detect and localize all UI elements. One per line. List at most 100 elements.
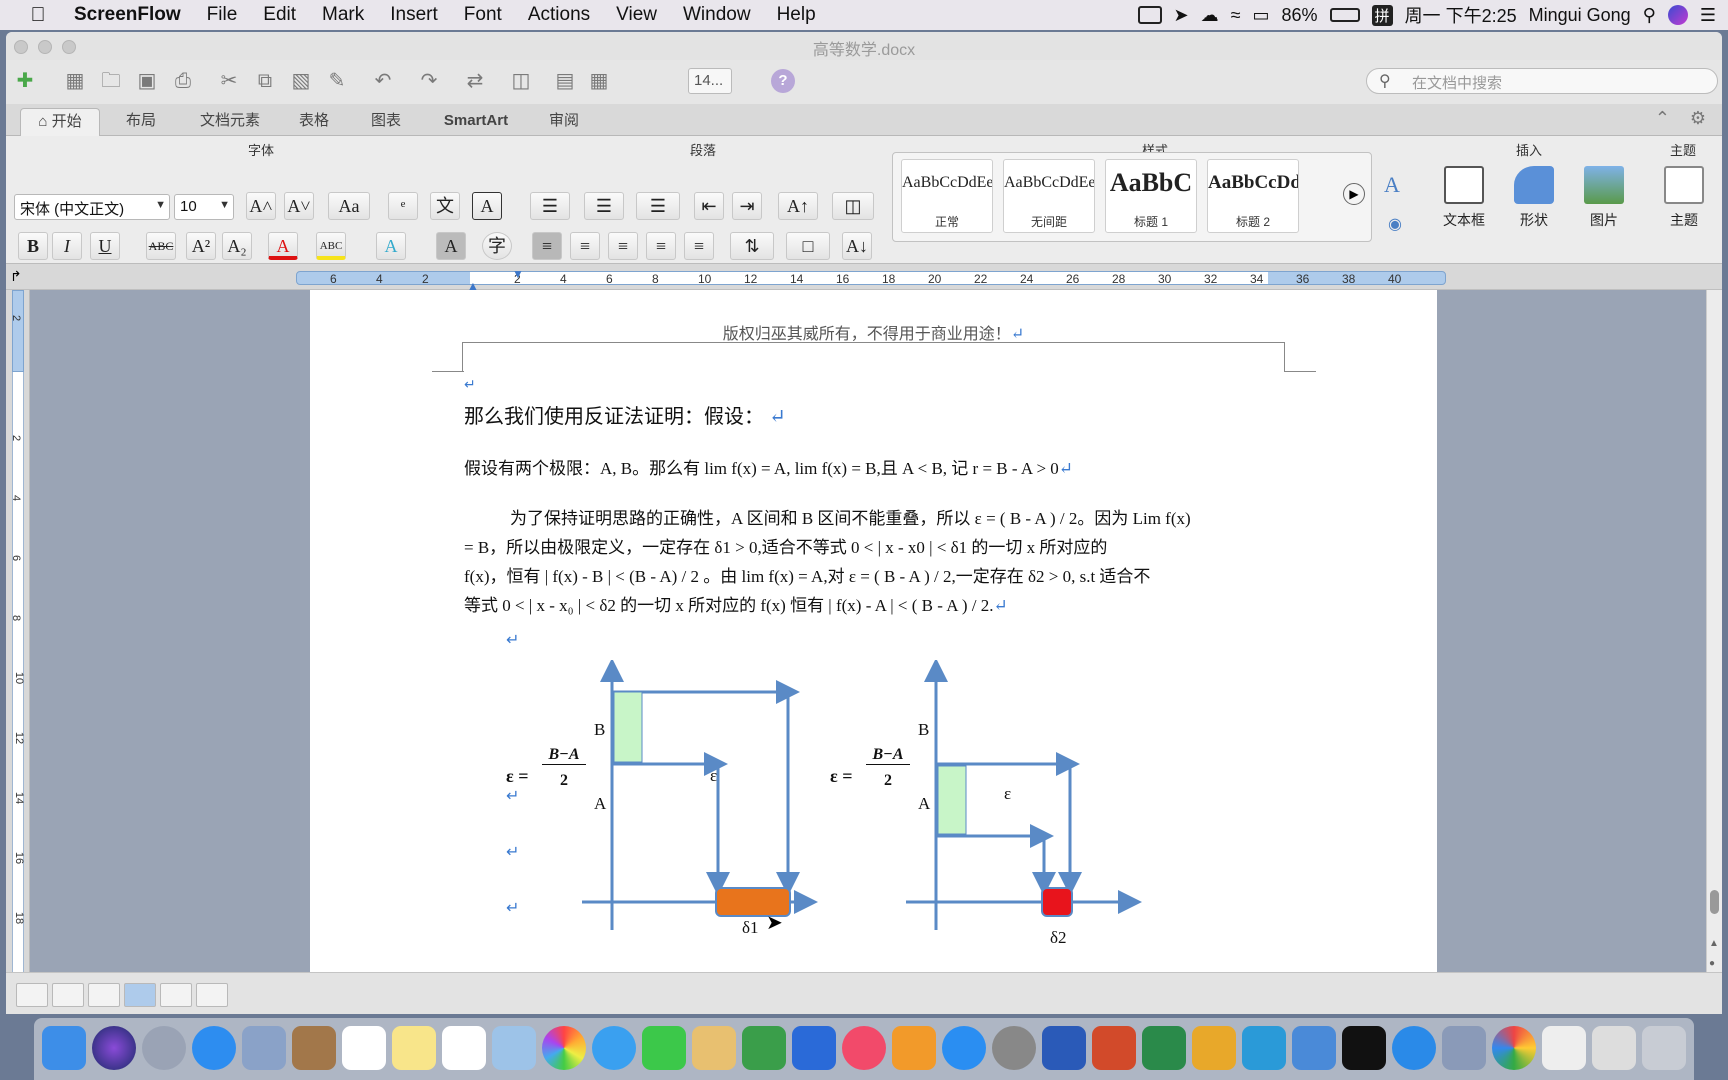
menu-help[interactable]: Help <box>764 4 829 26</box>
justify-button[interactable]: ≡ <box>646 232 676 260</box>
numbering-button[interactable]: ☰ <box>584 192 624 220</box>
print-icon[interactable]: ⎙ <box>170 68 196 94</box>
menu-app-name[interactable]: ScreenFlow <box>58 4 194 26</box>
templates-icon[interactable]: ▦ <box>62 68 88 94</box>
outline-view-button[interactable] <box>52 983 84 1007</box>
document-icon[interactable] <box>1542 1026 1586 1070</box>
screenflow-icon[interactable] <box>1392 1026 1436 1070</box>
superscript-button[interactable]: A² <box>186 232 216 260</box>
cloud-icon[interactable]: ☁ <box>1201 5 1219 26</box>
stack-icon[interactable] <box>1592 1026 1636 1070</box>
publishing-view-button[interactable] <box>88 983 120 1007</box>
copy-icon[interactable]: ⧉ <box>252 68 278 94</box>
save-icon[interactable]: ▣ <box>134 68 160 94</box>
page-header[interactable]: 版权归巫其威所有，不得用于商业用途！↵ <box>310 320 1437 344</box>
people-icon[interactable] <box>1292 1026 1336 1070</box>
menu-file[interactable]: File <box>194 4 251 26</box>
apple-icon[interactable]:  <box>18 4 58 27</box>
tab-tables[interactable]: 表格 <box>282 108 346 136</box>
character-shading-button[interactable]: A <box>436 232 466 260</box>
document-page[interactable]: 版权归巫其威所有，不得用于商业用途！↵ ↵ 那么我们使用反证法证明：假设： ↵ … <box>310 290 1437 1000</box>
align-right-button[interactable]: ≡ <box>608 232 638 260</box>
new-document-icon[interactable]: ✚ <box>12 68 38 94</box>
styles-next-icon[interactable]: ▶ <box>1343 183 1365 205</box>
shrink-font-button[interactable]: A˅ <box>284 192 314 220</box>
word-icon[interactable] <box>1042 1026 1086 1070</box>
menu-mark[interactable]: Mark <box>309 4 377 26</box>
undo-icon[interactable]: ↶ <box>370 68 396 94</box>
clock[interactable]: 周一 下午2:25 <box>1405 2 1517 28</box>
print-layout-view-button[interactable] <box>124 983 156 1007</box>
itunes-icon[interactable] <box>842 1026 886 1070</box>
font-color-button[interactable]: A <box>268 232 298 260</box>
font-name-select[interactable]: 宋体 (中文正文) ▼ <box>14 194 170 220</box>
styles-manage-icon[interactable]: ◉ <box>1388 214 1402 234</box>
open-icon[interactable]: 🗀 <box>98 68 124 94</box>
first-line-indent-icon[interactable]: ▼ <box>512 267 524 281</box>
siri-icon[interactable] <box>1667 5 1688 25</box>
view-layout-icon[interactable]: ◫ <box>508 68 534 94</box>
contacts-icon[interactable] <box>292 1026 336 1070</box>
menu-actions[interactable]: Actions <box>515 4 603 26</box>
messages-icon[interactable] <box>592 1026 636 1070</box>
doc-heading[interactable]: 那么我们使用反证法证明：假设： ↵ <box>464 400 786 429</box>
user-name[interactable]: Mingui Gong <box>1529 5 1631 26</box>
doc-paragraph-1[interactable]: 假设有两个极限：A, B。那么有 lim f(x) = A, lim f(x) … <box>464 454 1073 479</box>
zoom-select[interactable]: 14... <box>688 68 732 94</box>
character-border-button[interactable]: A <box>472 192 502 220</box>
underline-button[interactable]: U <box>90 232 120 260</box>
vertical-scrollbar[interactable]: ▲ ● ▼ <box>1706 290 1722 1000</box>
system-preferences-icon[interactable] <box>992 1026 1036 1070</box>
screen-record-icon[interactable] <box>1137 6 1162 24</box>
change-case-button[interactable]: Aa <box>328 192 370 220</box>
launchpad-icon[interactable] <box>142 1026 186 1070</box>
styles-pane-icon[interactable]: A <box>1384 172 1400 198</box>
finder-icon[interactable] <box>42 1026 86 1070</box>
send-icon[interactable]: ➤ <box>1174 5 1189 26</box>
bullets-button[interactable]: ☰ <box>530 192 570 220</box>
horizontal-ruler[interactable]: ↱ 6 4 2 2 4 6 8 10 12 14 16 18 20 22 24 26 28 30 32 34 36 38 4… <box>6 264 1722 294</box>
pages-icon[interactable] <box>692 1026 736 1070</box>
safari-icon[interactable] <box>192 1026 236 1070</box>
app-store-icon[interactable] <box>942 1026 986 1070</box>
convert-icon[interactable]: ⇄ <box>462 68 488 94</box>
mail-icon[interactable] <box>242 1026 286 1070</box>
paste-icon[interactable]: ▧ <box>288 68 314 94</box>
insert-shape-button[interactable]: 形状 <box>1504 166 1564 230</box>
chrome-icon[interactable] <box>1492 1026 1536 1070</box>
vertical-ruler[interactable]: 2 2 4 6 8 10 12 14 16 18 <box>6 290 30 1000</box>
notebook-view-button[interactable] <box>160 983 192 1007</box>
text-direction-button[interactable]: A↑ <box>778 192 818 220</box>
ribbon-settings-icon[interactable]: ⚙ <box>1690 108 1706 129</box>
strikethrough-button[interactable]: ABC <box>146 232 176 260</box>
menu-view[interactable]: View <box>603 4 670 26</box>
insert-picture-button[interactable]: 图片 <box>1574 166 1634 230</box>
subscript-button[interactable]: A₂ <box>222 232 252 260</box>
siri-dock-icon[interactable] <box>92 1026 136 1070</box>
borders-button[interactable]: □ <box>786 232 830 260</box>
italic-button[interactable]: I <box>52 232 82 260</box>
spotlight-icon[interactable]: ⚲ <box>1643 5 1656 26</box>
style-normal[interactable]: AaBbCcDdEe 正常 <box>901 159 993 233</box>
keynote-icon[interactable] <box>792 1026 836 1070</box>
align-center-button[interactable]: ≡ <box>570 232 600 260</box>
format-painter-icon[interactable]: ✎ <box>324 68 350 94</box>
cut-icon[interactable]: ✂ <box>216 68 242 94</box>
style-no-spacing[interactable]: AaBbCcDdEe 无间距 <box>1003 159 1095 233</box>
decrease-indent-button[interactable]: ⇤ <box>694 192 724 220</box>
terminal-icon[interactable] <box>1342 1026 1386 1070</box>
proof-diagram[interactable] <box>500 660 1200 990</box>
ibooks-icon[interactable] <box>892 1026 936 1070</box>
document-canvas[interactable]: 版权归巫其威所有，不得用于商业用途！↵ ↵ 那么我们使用反证法证明：假设： ↵ … <box>30 290 1710 1000</box>
scroll-thumb[interactable] <box>1710 890 1719 914</box>
style-heading-2[interactable]: AaBbCcDd 标题 2 <box>1207 159 1299 233</box>
reminders-icon[interactable] <box>442 1026 486 1070</box>
tab-smartart[interactable]: SmartArt <box>426 108 526 136</box>
full-screen-view-button[interactable] <box>196 983 228 1007</box>
menu-window[interactable]: Window <box>670 4 764 26</box>
draft-view-button[interactable] <box>16 983 48 1007</box>
excel-icon[interactable] <box>1142 1026 1186 1070</box>
menu-edit[interactable]: Edit <box>250 4 309 26</box>
gallery-icon[interactable]: ▦ <box>586 68 612 94</box>
distributed-button[interactable]: ≡ <box>684 232 714 260</box>
